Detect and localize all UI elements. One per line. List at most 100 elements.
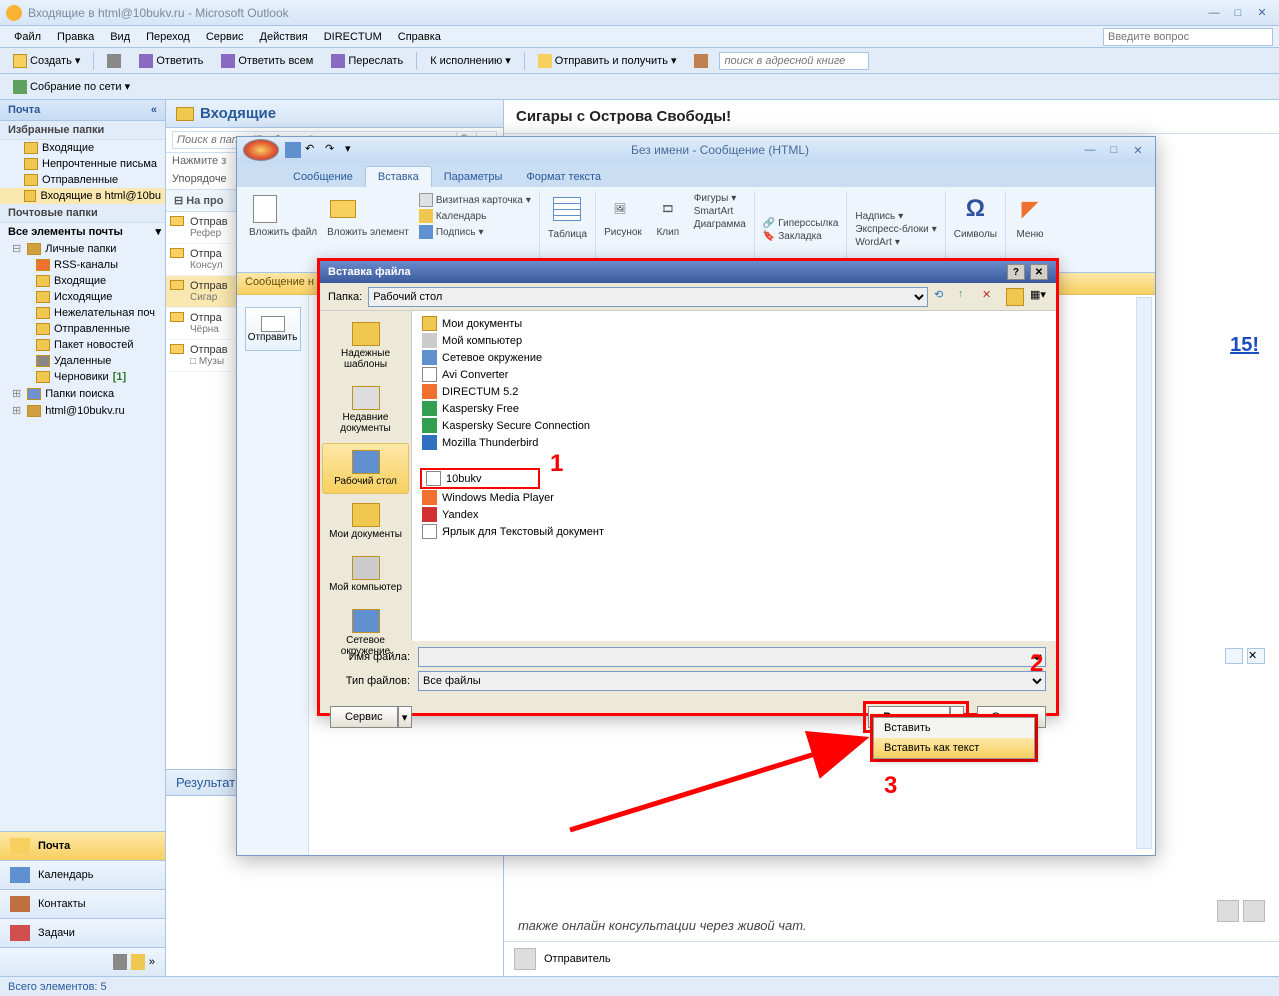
close-icon[interactable]: ✕ — [1127, 142, 1149, 158]
fav-account-inbox[interactable]: Входящие в html@10bu — [0, 188, 165, 204]
send-receive-button[interactable]: Отправить и получить ▾ — [531, 51, 684, 71]
help-icon[interactable]: ? — [1007, 264, 1025, 280]
menu-tools[interactable]: Сервис — [198, 29, 252, 45]
tree-outbox[interactable]: Исходящие — [0, 289, 165, 305]
signature-button[interactable]: Подпись ▾ — [419, 225, 531, 239]
collapse-icon[interactable]: « — [151, 104, 157, 116]
calendar-button[interactable]: Календарь — [419, 209, 531, 223]
nav-mail[interactable]: Почта — [0, 831, 165, 860]
textbox-button[interactable]: Надпись ▾ — [855, 211, 936, 222]
fav-unread[interactable]: Непрочтенные письма — [0, 156, 165, 172]
clip-icon[interactable]: 🎞 — [652, 193, 684, 225]
file-item[interactable]: DIRECTUM 5.2 — [420, 383, 1048, 400]
tab-message[interactable]: Сообщение — [281, 167, 365, 187]
tree-inbox[interactable]: Входящие — [0, 273, 165, 289]
file-item-highlighted[interactable]: 10bukv — [420, 468, 540, 489]
tab-insert[interactable]: Вставка — [365, 166, 432, 187]
maximize-icon[interactable]: □ — [1103, 142, 1125, 158]
hyperlink-button[interactable]: 🔗 Гиперссылка — [763, 218, 839, 229]
tree-junk[interactable]: Нежелательная поч — [0, 305, 165, 321]
folder-select[interactable]: Рабочий стол — [368, 287, 928, 307]
file-item[interactable]: Мой компьютер — [420, 332, 1048, 349]
online-meeting-button[interactable]: Собрание по сети ▾ — [6, 77, 137, 97]
file-list[interactable]: Мои документы Мой компьютер Сетевое окру… — [412, 311, 1056, 641]
tree-search-folders[interactable]: ⊞Папки поиска — [0, 385, 165, 402]
chart-button[interactable]: Диаграмма — [694, 219, 746, 230]
menu-edit[interactable]: Правка — [49, 29, 102, 45]
maximize-icon[interactable]: □ — [1227, 5, 1249, 21]
file-item[interactable]: Windows Media Player — [420, 489, 1048, 506]
menu-insert-as-text[interactable]: Вставить как текст — [874, 738, 1034, 758]
file-item[interactable]: Сетевое окружение — [420, 349, 1048, 366]
attach-item-icon[interactable] — [327, 193, 359, 225]
attach-file-icon[interactable] — [249, 193, 281, 225]
delete-icon[interactable]: ✕ — [982, 288, 1000, 306]
picture-icon[interactable]: 🖼 — [604, 193, 636, 225]
menu-go[interactable]: Переход — [138, 29, 198, 45]
place-trusted[interactable]: Надежные шаблоны — [322, 315, 409, 377]
all-mail-items[interactable]: Все элементы почты ▾ — [0, 223, 165, 240]
new-folder-icon[interactable] — [1006, 288, 1024, 306]
tree-deleted[interactable]: Удаленные — [0, 353, 165, 369]
quickparts-button[interactable]: Экспресс-блоки ▾ — [855, 224, 936, 235]
menu-icon[interactable]: ◤ — [1014, 193, 1046, 225]
file-item[interactable]: Kaspersky Free — [420, 400, 1048, 417]
tree-account[interactable]: ⊞html@10bukv.ru — [0, 402, 165, 419]
new-button[interactable]: Создать ▾ — [6, 51, 87, 71]
file-item[interactable]: Ярлык для Текстовый документ — [420, 523, 1048, 540]
tree-drafts[interactable]: Черновики [1] — [0, 369, 165, 385]
question-input[interactable] — [1103, 28, 1273, 46]
service-button[interactable]: Сервис ▾ — [330, 706, 412, 728]
qat-dropdown-icon[interactable]: ▾ — [345, 142, 361, 158]
filename-input[interactable] — [418, 647, 1046, 667]
address-book-button[interactable] — [687, 51, 715, 71]
place-desktop[interactable]: Рабочий стол — [322, 443, 409, 494]
views-icon[interactable]: ▦▾ — [1030, 288, 1048, 306]
scrollbar[interactable] — [1136, 297, 1152, 849]
followup-button[interactable]: К исполнению ▾ — [423, 51, 518, 70]
minimize-icon[interactable]: — — [1079, 142, 1101, 158]
reply-button[interactable]: Ответить — [132, 51, 210, 71]
place-mydocs[interactable]: Мои документы — [322, 496, 409, 547]
send-button[interactable]: Отправить — [245, 307, 301, 351]
expand-icon[interactable] — [1225, 648, 1243, 664]
menu-actions[interactable]: Действия — [252, 29, 316, 45]
fav-inbox[interactable]: Входящие — [0, 140, 165, 156]
redo-icon[interactable]: ↷ — [325, 142, 341, 158]
symbol-icon[interactable]: Ω — [959, 193, 991, 225]
undo-icon[interactable]: ↶ — [305, 142, 321, 158]
close-pane-icon[interactable]: ✕ — [1247, 648, 1265, 664]
back-icon[interactable]: ⟲ — [934, 288, 952, 306]
place-recent[interactable]: Недавние документы — [322, 379, 409, 441]
tree-sent[interactable]: Отправленные — [0, 321, 165, 337]
file-item[interactable]: Mozilla Thunderbird — [420, 434, 1048, 451]
service-dropdown[interactable]: ▾ — [398, 706, 412, 728]
bookmark-button[interactable]: 🔖 Закладка — [763, 231, 839, 242]
fav-sent[interactable]: Отправленные — [0, 172, 165, 188]
forward-button[interactable]: Переслать — [324, 51, 410, 71]
shapes-button[interactable]: Фигуры ▾ — [694, 193, 746, 204]
place-mycomputer[interactable]: Мой компьютер — [322, 549, 409, 600]
address-search-input[interactable] — [719, 52, 869, 70]
close-icon[interactable]: ✕ — [1030, 264, 1048, 280]
up-icon[interactable]: ↑ — [958, 288, 976, 306]
file-item[interactable]: Avi Converter — [420, 366, 1048, 383]
tab-format[interactable]: Формат текста — [514, 167, 613, 187]
nav-contacts[interactable]: Контакты — [0, 889, 165, 918]
menu-help[interactable]: Справка — [390, 29, 449, 45]
reply-all-button[interactable]: Ответить всем — [214, 51, 320, 71]
smartart-button[interactable]: SmartArt — [694, 206, 746, 217]
menu-file[interactable]: Файл — [6, 29, 49, 45]
file-item[interactable]: Мои документы — [420, 315, 1048, 332]
biz-card-button[interactable]: Визитная карточка ▾ — [419, 193, 531, 207]
tree-rss[interactable]: RSS-каналы — [0, 257, 165, 273]
year-link[interactable]: 15! — [1230, 334, 1259, 357]
tab-options[interactable]: Параметры — [432, 167, 515, 187]
file-item[interactable]: Kaspersky Secure Connection — [420, 417, 1048, 434]
filetype-select[interactable]: Все файлы — [418, 671, 1046, 691]
close-icon[interactable]: ✕ — [1251, 5, 1273, 21]
print-button[interactable] — [100, 51, 128, 71]
menu-insert[interactable]: Вставить — [874, 718, 1034, 738]
menu-view[interactable]: Вид — [102, 29, 138, 45]
menu-directum[interactable]: DIRECTUM — [316, 29, 390, 45]
